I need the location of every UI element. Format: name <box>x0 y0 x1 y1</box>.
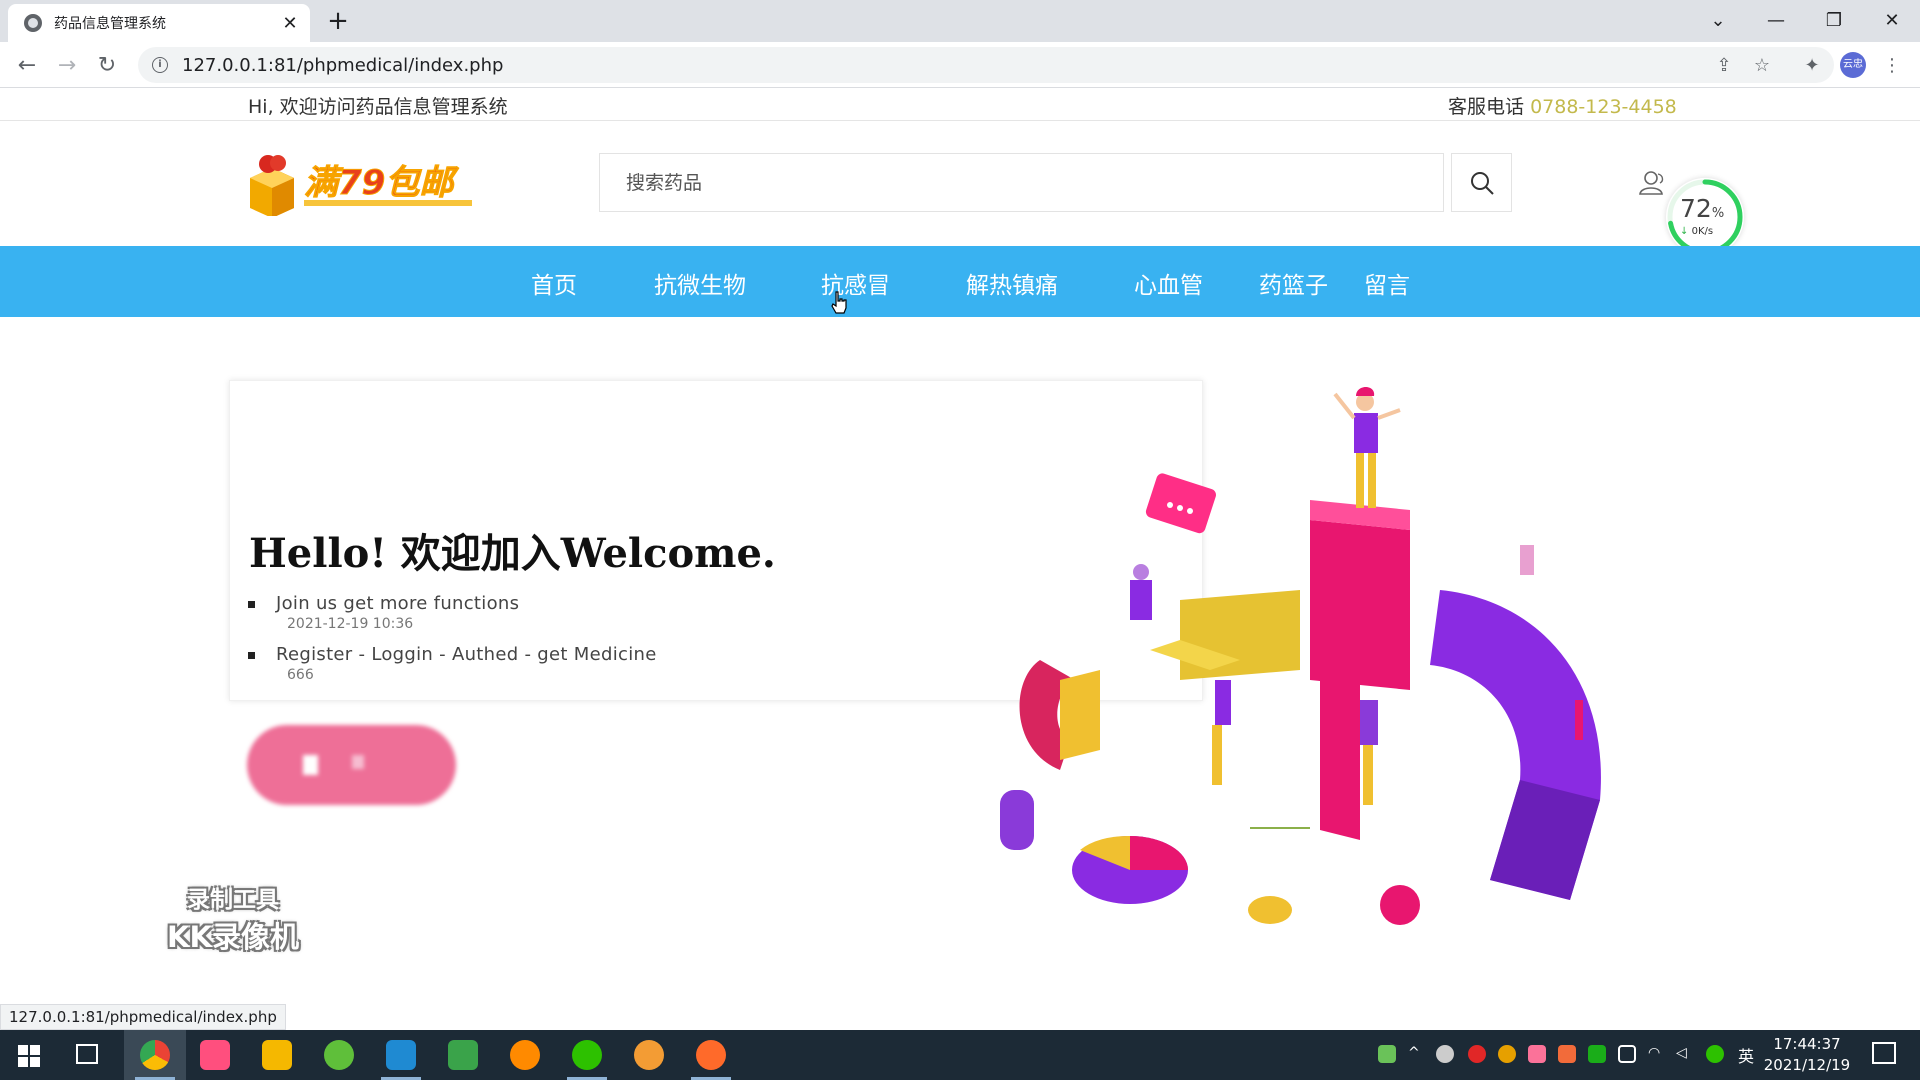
address-url[interactable]: 127.0.0.1:81/phpmedical/index.php <box>182 55 503 76</box>
hand-cursor-icon <box>831 291 847 314</box>
hotline-number: 0788-123-4458 <box>1530 96 1677 118</box>
task-view-icon[interactable] <box>76 1044 98 1064</box>
wifi-icon[interactable]: ◠ <box>1648 1045 1666 1063</box>
list-item-subtext: 2021-12-19 10:36 <box>287 616 414 632</box>
hotline-label: 客服电话 <box>1448 96 1525 118</box>
list-item-subtext: 666 <box>287 667 314 683</box>
minimize-button[interactable]: — <box>1748 0 1804 40</box>
vscode-icon[interactable] <box>386 1040 416 1070</box>
nav-item-home[interactable]: 首页 <box>531 266 577 300</box>
chevron-up-icon[interactable]: ^ <box>1408 1045 1426 1063</box>
speed-rate: ↓ 0K/s <box>1680 226 1714 237</box>
tab-close-icon[interactable]: ✕ <box>280 13 300 34</box>
tab-search-chevron-icon[interactable]: ⌄ <box>1690 0 1746 40</box>
new-tab-button[interactable]: + <box>324 6 352 36</box>
search-input[interactable] <box>626 171 1426 194</box>
nav-item-basket[interactable]: 药篮子 <box>1259 266 1328 300</box>
site-logo[interactable]: 满79包邮 <box>246 152 476 218</box>
action-button[interactable] <box>247 725 456 805</box>
search-button[interactable] <box>1451 153 1512 212</box>
speaker-icon[interactable]: ◁ <box>1676 1045 1694 1063</box>
main-nav: 首页 抗微生物 抗感冒 解热镇痛 心血管 药篮子 留言 <box>0 246 1920 317</box>
list-item[interactable]: Register - Loggin - Authed - get Medicin… <box>248 644 848 683</box>
welcome-title: Hello! 欢迎加入Welcome. <box>249 530 776 577</box>
globe-icon <box>24 14 42 32</box>
battery-tray-icon[interactable] <box>1378 1045 1396 1063</box>
display-tray-icon[interactable] <box>1618 1045 1636 1063</box>
browser-toolbar: ← → ↻ i 127.0.0.1:81/phpmedical/index.ph… <box>0 42 1920 88</box>
hero-illustration <box>980 380 1680 980</box>
app-pink-icon[interactable] <box>200 1040 230 1070</box>
logo-text: 满79包邮 <box>304 163 459 203</box>
down-arrow-icon: ↓ <box>1680 226 1689 237</box>
tab-title: 药品信息管理系统 <box>54 16 166 32</box>
list-item[interactable]: Join us get more functions 2021-12-19 10… <box>248 593 848 632</box>
bilibili-tray-icon[interactable] <box>1528 1045 1546 1063</box>
search-icon <box>1470 171 1494 195</box>
extensions-puzzle-icon[interactable]: ✦ <box>1800 54 1824 78</box>
speed-percent: 72% <box>1680 194 1725 223</box>
notification-icon[interactable] <box>1872 1042 1896 1064</box>
recorder-watermark: 录制工具 KK录像机 <box>167 887 299 954</box>
search-app-icon[interactable] <box>510 1040 540 1070</box>
tray-yellow-icon[interactable] <box>1498 1045 1516 1063</box>
profile-avatar[interactable]: 云忠 <box>1840 52 1866 78</box>
windows-start-icon[interactable] <box>18 1045 40 1067</box>
user-account-icon[interactable] <box>1638 170 1668 196</box>
nav-item-antipyretic[interactable]: 解热镇痛 <box>966 266 1058 300</box>
wechat-tray-icon[interactable] <box>1706 1045 1724 1063</box>
chrome-icon[interactable] <box>140 1040 170 1070</box>
tray-orange-icon[interactable] <box>1558 1045 1576 1063</box>
address-bar[interactable]: i 127.0.0.1:81/phpmedical/index.php <box>138 47 1834 83</box>
link-status-bar: 127.0.0.1:81/phpmedical/index.php <box>0 1004 286 1030</box>
close-window-button[interactable]: ✕ <box>1864 0 1920 40</box>
restore-button[interactable]: ❐ <box>1806 0 1862 40</box>
wechat-icon[interactable] <box>572 1040 602 1070</box>
list-item-text: Join us get more functions <box>276 593 520 614</box>
nav-item-message[interactable]: 留言 <box>1364 266 1410 300</box>
list-item-text: Register - Loggin - Authed - get Medicin… <box>276 644 657 665</box>
browser-tab-strip: 药品信息管理系统 ✕ + ⌄ — ❐ ✕ <box>0 0 1920 42</box>
reload-icon[interactable]: ↻ <box>92 50 122 80</box>
browser-menu-icon[interactable]: ⋮ <box>1880 54 1904 78</box>
browser-tab[interactable]: 药品信息管理系统 ✕ <box>8 4 310 42</box>
greeting-text: Hi, 欢迎访问药品信息管理系统 <box>248 96 508 118</box>
green-app-icon[interactable] <box>324 1040 354 1070</box>
ime-indicator[interactable]: 英 <box>1738 1043 1754 1067</box>
network-speed-widget[interactable]: 72% ↓ 0K/s <box>1666 178 1744 256</box>
tray-green-icon[interactable] <box>1588 1045 1606 1063</box>
notepad-app-icon[interactable] <box>448 1040 478 1070</box>
recorder-app-icon[interactable] <box>696 1040 726 1070</box>
file-explorer-icon[interactable] <box>262 1040 292 1070</box>
windows-taskbar: ^ ◠ ◁ <box>0 1030 1920 1080</box>
forward-arrow-icon[interactable]: → <box>52 50 82 80</box>
tray-red-icon[interactable] <box>1468 1045 1486 1063</box>
share-icon[interactable]: ⇪ <box>1712 54 1736 78</box>
site-info-icon[interactable]: i <box>152 57 168 73</box>
hotline: 客服电话 0788-123-4458 <box>1448 92 1677 119</box>
nav-item-cardiovascular[interactable]: 心血管 <box>1134 266 1203 300</box>
system-clock[interactable]: 17:44:37 2021/12/19 <box>1762 1034 1852 1076</box>
welcome-list: Join us get more functions 2021-12-19 10… <box>248 593 848 695</box>
back-arrow-icon[interactable]: ← <box>12 50 42 80</box>
microphone-icon[interactable] <box>1436 1045 1454 1063</box>
search-box[interactable] <box>599 153 1444 212</box>
bookmark-star-icon[interactable]: ☆ <box>1750 54 1774 78</box>
audio-app-icon[interactable] <box>634 1040 664 1070</box>
nav-item-antimicrobial[interactable]: 抗微生物 <box>654 266 746 300</box>
